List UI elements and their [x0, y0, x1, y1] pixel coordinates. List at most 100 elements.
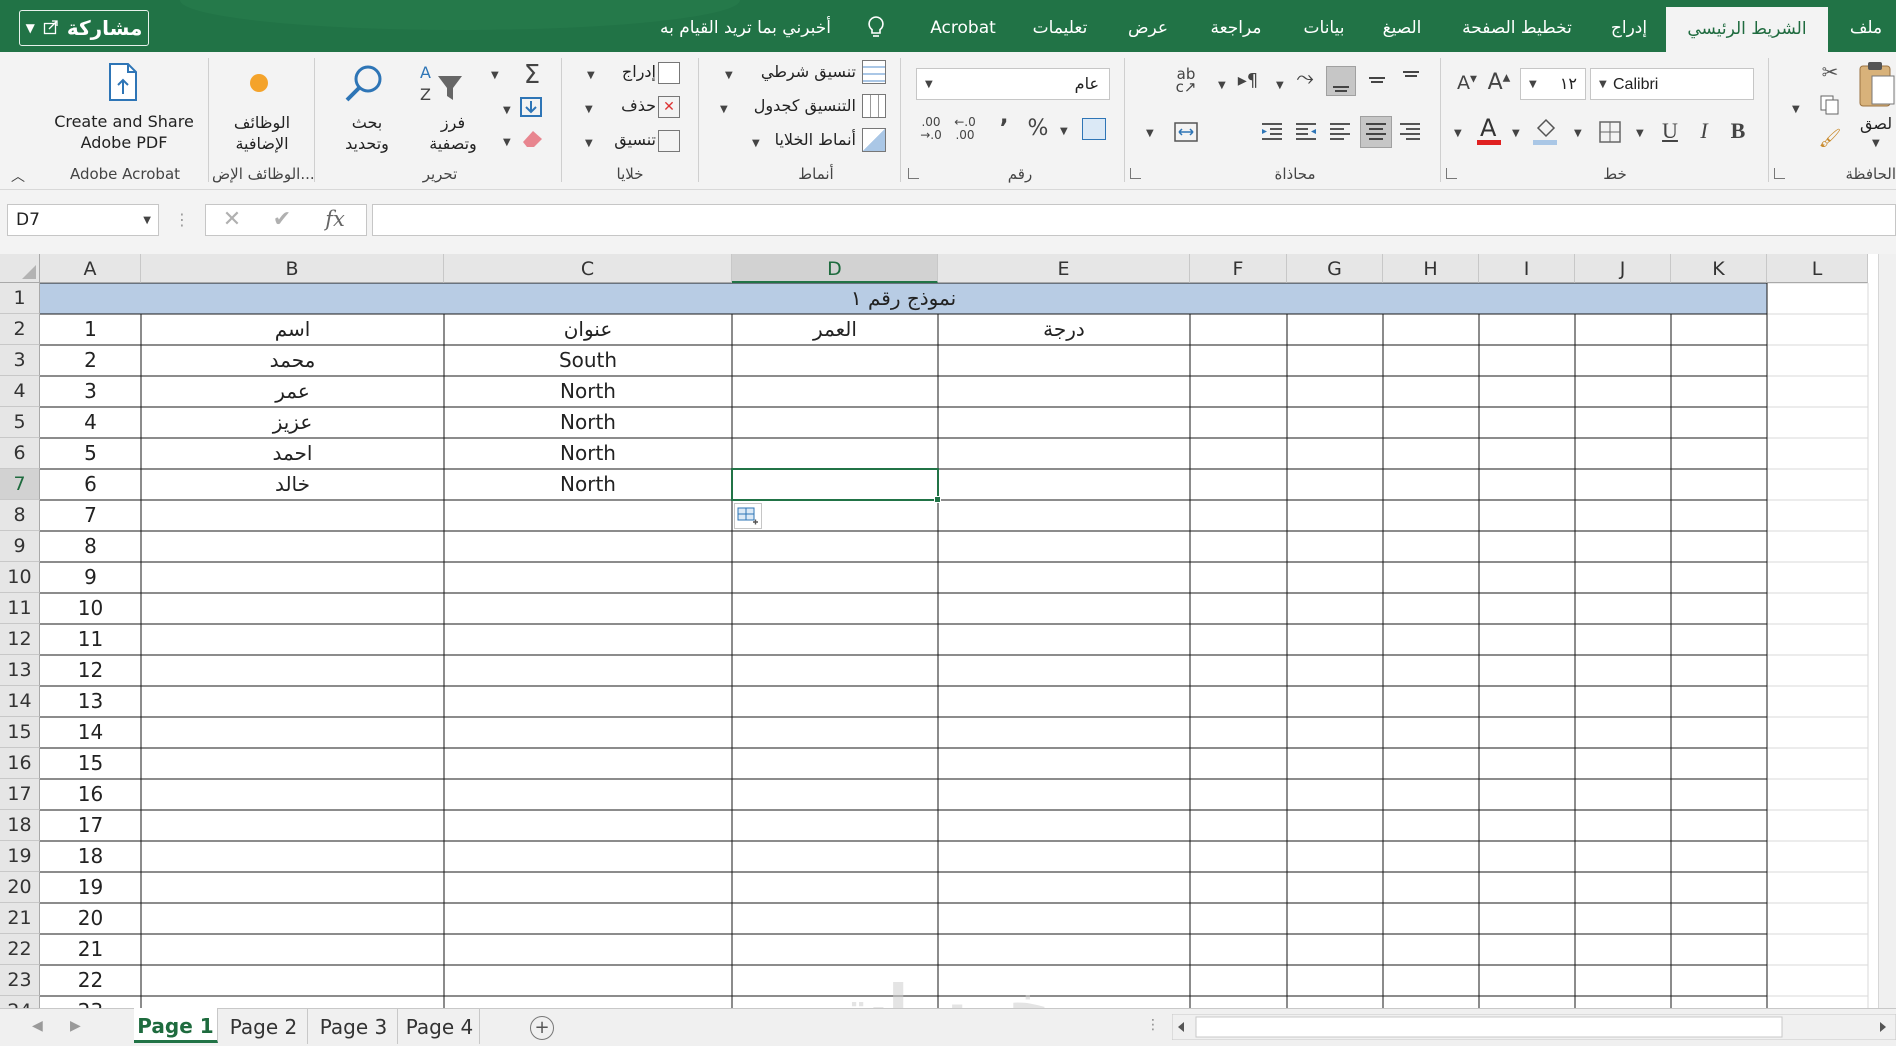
row-header[interactable]: 20	[0, 872, 40, 903]
add-sheet-button[interactable]: +	[530, 1016, 554, 1040]
borders-icon[interactable]	[1596, 118, 1624, 146]
dialog-launcher-icon[interactable]	[1446, 168, 1457, 179]
cell-serial[interactable]: 16	[40, 779, 141, 810]
row-header[interactable]: 24	[0, 996, 40, 1008]
cut-icon[interactable]: ✂	[1818, 60, 1842, 84]
decrease-decimal-button[interactable]: ←.0 .00	[950, 116, 980, 144]
cell-address[interactable]: North	[444, 376, 732, 407]
chevron-down-icon[interactable]: ▼	[1872, 138, 1880, 149]
paste-icon[interactable]	[1856, 58, 1896, 110]
column-header-g[interactable]: G	[1287, 254, 1383, 283]
row-header[interactable]: 4	[0, 376, 40, 407]
row-header[interactable]: 13	[0, 655, 40, 686]
column-header-j[interactable]: J	[1575, 254, 1671, 283]
formula-bar-grip-icon[interactable]: ⋮	[174, 210, 190, 229]
cell-serial[interactable]: 14	[40, 717, 141, 748]
increase-font-size-icon[interactable]: A▲	[1486, 70, 1512, 95]
chevron-down-icon[interactable]: ▼	[585, 138, 593, 149]
header-cell-b[interactable]: اسم	[141, 314, 444, 345]
cell-serial[interactable]: 4	[40, 407, 141, 438]
share-button[interactable]: ▼ مشاركة	[19, 10, 149, 46]
decrease-indent-icon[interactable]	[1292, 118, 1320, 146]
chevron-down-icon[interactable]: ▼	[725, 70, 733, 81]
row-header[interactable]: 3	[0, 345, 40, 376]
row-header[interactable]: 17	[0, 779, 40, 810]
chevron-down-icon[interactable]: ▼	[585, 104, 593, 115]
tab-formulas[interactable]: الصيغ	[1374, 0, 1430, 52]
row-header[interactable]: 21	[0, 903, 40, 934]
cell-serial[interactable]: 5	[40, 438, 141, 469]
align-center-icon[interactable]	[1360, 116, 1392, 148]
cell-address[interactable]: North	[444, 438, 732, 469]
sheet-tab-page-4[interactable]: Page 4	[400, 1009, 480, 1044]
align-left-icon[interactable]	[1326, 118, 1354, 146]
horizontal-scrollbar[interactable]	[1171, 1013, 1896, 1041]
tell-me-search[interactable]: أخبرني بما تريد القيام به	[660, 0, 831, 52]
chevron-down-icon[interactable]: ▼	[1512, 128, 1520, 139]
format-as-table-button[interactable]: التنسيق كجدول	[730, 96, 856, 115]
column-header-b[interactable]: B	[141, 254, 444, 283]
chevron-down-icon[interactable]: ▼	[587, 70, 595, 81]
copy-icon[interactable]	[1818, 94, 1842, 116]
cell-serial[interactable]: 12	[40, 655, 141, 686]
fill-down-icon[interactable]	[519, 96, 543, 118]
row-header[interactable]: 23	[0, 965, 40, 996]
increase-indent-icon[interactable]	[1258, 118, 1286, 146]
orientation-icon[interactable]: ab c↗	[1172, 67, 1200, 96]
text-direction-icon[interactable]: ▸¶	[1234, 70, 1262, 91]
align-top-icon[interactable]	[1396, 66, 1426, 96]
row-header[interactable]: 11	[0, 593, 40, 624]
paste-button[interactable]: لصق	[1860, 114, 1896, 133]
cell-serial[interactable]: 8	[40, 531, 141, 562]
addins-button[interactable]: الوظائف الإضافية	[222, 112, 302, 154]
cell-serial[interactable]: 2	[40, 345, 141, 376]
cell-address[interactable]: South	[444, 345, 732, 376]
row-header[interactable]: 10	[0, 562, 40, 593]
chevron-down-icon[interactable]: ▼	[503, 137, 511, 148]
cell-serial[interactable]: 13	[40, 686, 141, 717]
select-all-button[interactable]	[0, 254, 40, 283]
column-header-h[interactable]: H	[1383, 254, 1479, 283]
cell-serial[interactable]: 11	[40, 624, 141, 655]
tab-help[interactable]: تعليمات	[1028, 0, 1092, 52]
cell-serial[interactable]: 3	[40, 376, 141, 407]
merge-center-icon[interactable]	[1172, 118, 1200, 146]
cell-name[interactable]: عمر	[141, 376, 444, 407]
tab-data[interactable]: بيانات	[1296, 0, 1352, 52]
underline-button[interactable]: U	[1656, 118, 1684, 144]
cell-serial[interactable]: 6	[40, 469, 141, 500]
tab-acrobat[interactable]: Acrobat	[928, 0, 998, 52]
cell-serial[interactable]: 23	[40, 996, 141, 1008]
row-header[interactable]: 14	[0, 686, 40, 717]
dialog-launcher-icon[interactable]	[908, 168, 919, 179]
dialog-launcher-icon[interactable]	[1774, 168, 1785, 179]
cell-name[interactable]: احمد	[141, 438, 444, 469]
cell-name[interactable]: محمد	[141, 345, 444, 376]
row-header[interactable]: 5	[0, 407, 40, 438]
cell-address[interactable]: North	[444, 407, 732, 438]
sheet-tab-page-3[interactable]: Page 3	[310, 1009, 398, 1044]
column-header-a[interactable]: A	[40, 254, 141, 283]
find-select-button[interactable]: بحث وتحديد	[330, 112, 404, 154]
tab-file[interactable]: ملف	[1846, 0, 1886, 52]
row-header[interactable]: 18	[0, 810, 40, 841]
font-name-select[interactable]: ▼ Calibri	[1590, 68, 1754, 100]
tab-view[interactable]: عرض	[1120, 0, 1176, 52]
row-header[interactable]: 7	[0, 469, 40, 500]
chevron-down-icon[interactable]: ▼	[491, 70, 499, 81]
increase-decimal-button[interactable]: .00 →.0	[916, 116, 946, 144]
tab-insert[interactable]: إدراج	[1604, 0, 1654, 52]
comma-style-button[interactable]: ٬	[996, 114, 1012, 142]
cell-name[interactable]: خالد	[141, 469, 444, 500]
chevron-down-icon[interactable]: ▼	[503, 105, 511, 116]
chevron-down-icon[interactable]: ▼	[752, 138, 760, 149]
collapse-ribbon-icon[interactable]: ︿	[8, 166, 28, 186]
chevron-down-icon[interactable]: ▼	[1792, 104, 1800, 115]
fill-color-icon[interactable]	[1530, 114, 1560, 148]
formula-input[interactable]	[372, 204, 1896, 236]
sheet-title-cell[interactable]: نموذج رقم ١	[40, 283, 1767, 314]
column-header-e[interactable]: E	[938, 254, 1190, 283]
cell-serial[interactable]: 10	[40, 593, 141, 624]
column-header-i[interactable]: I	[1479, 254, 1575, 283]
create-pdf-button[interactable]: Create and Share Adobe PDF	[42, 111, 206, 153]
